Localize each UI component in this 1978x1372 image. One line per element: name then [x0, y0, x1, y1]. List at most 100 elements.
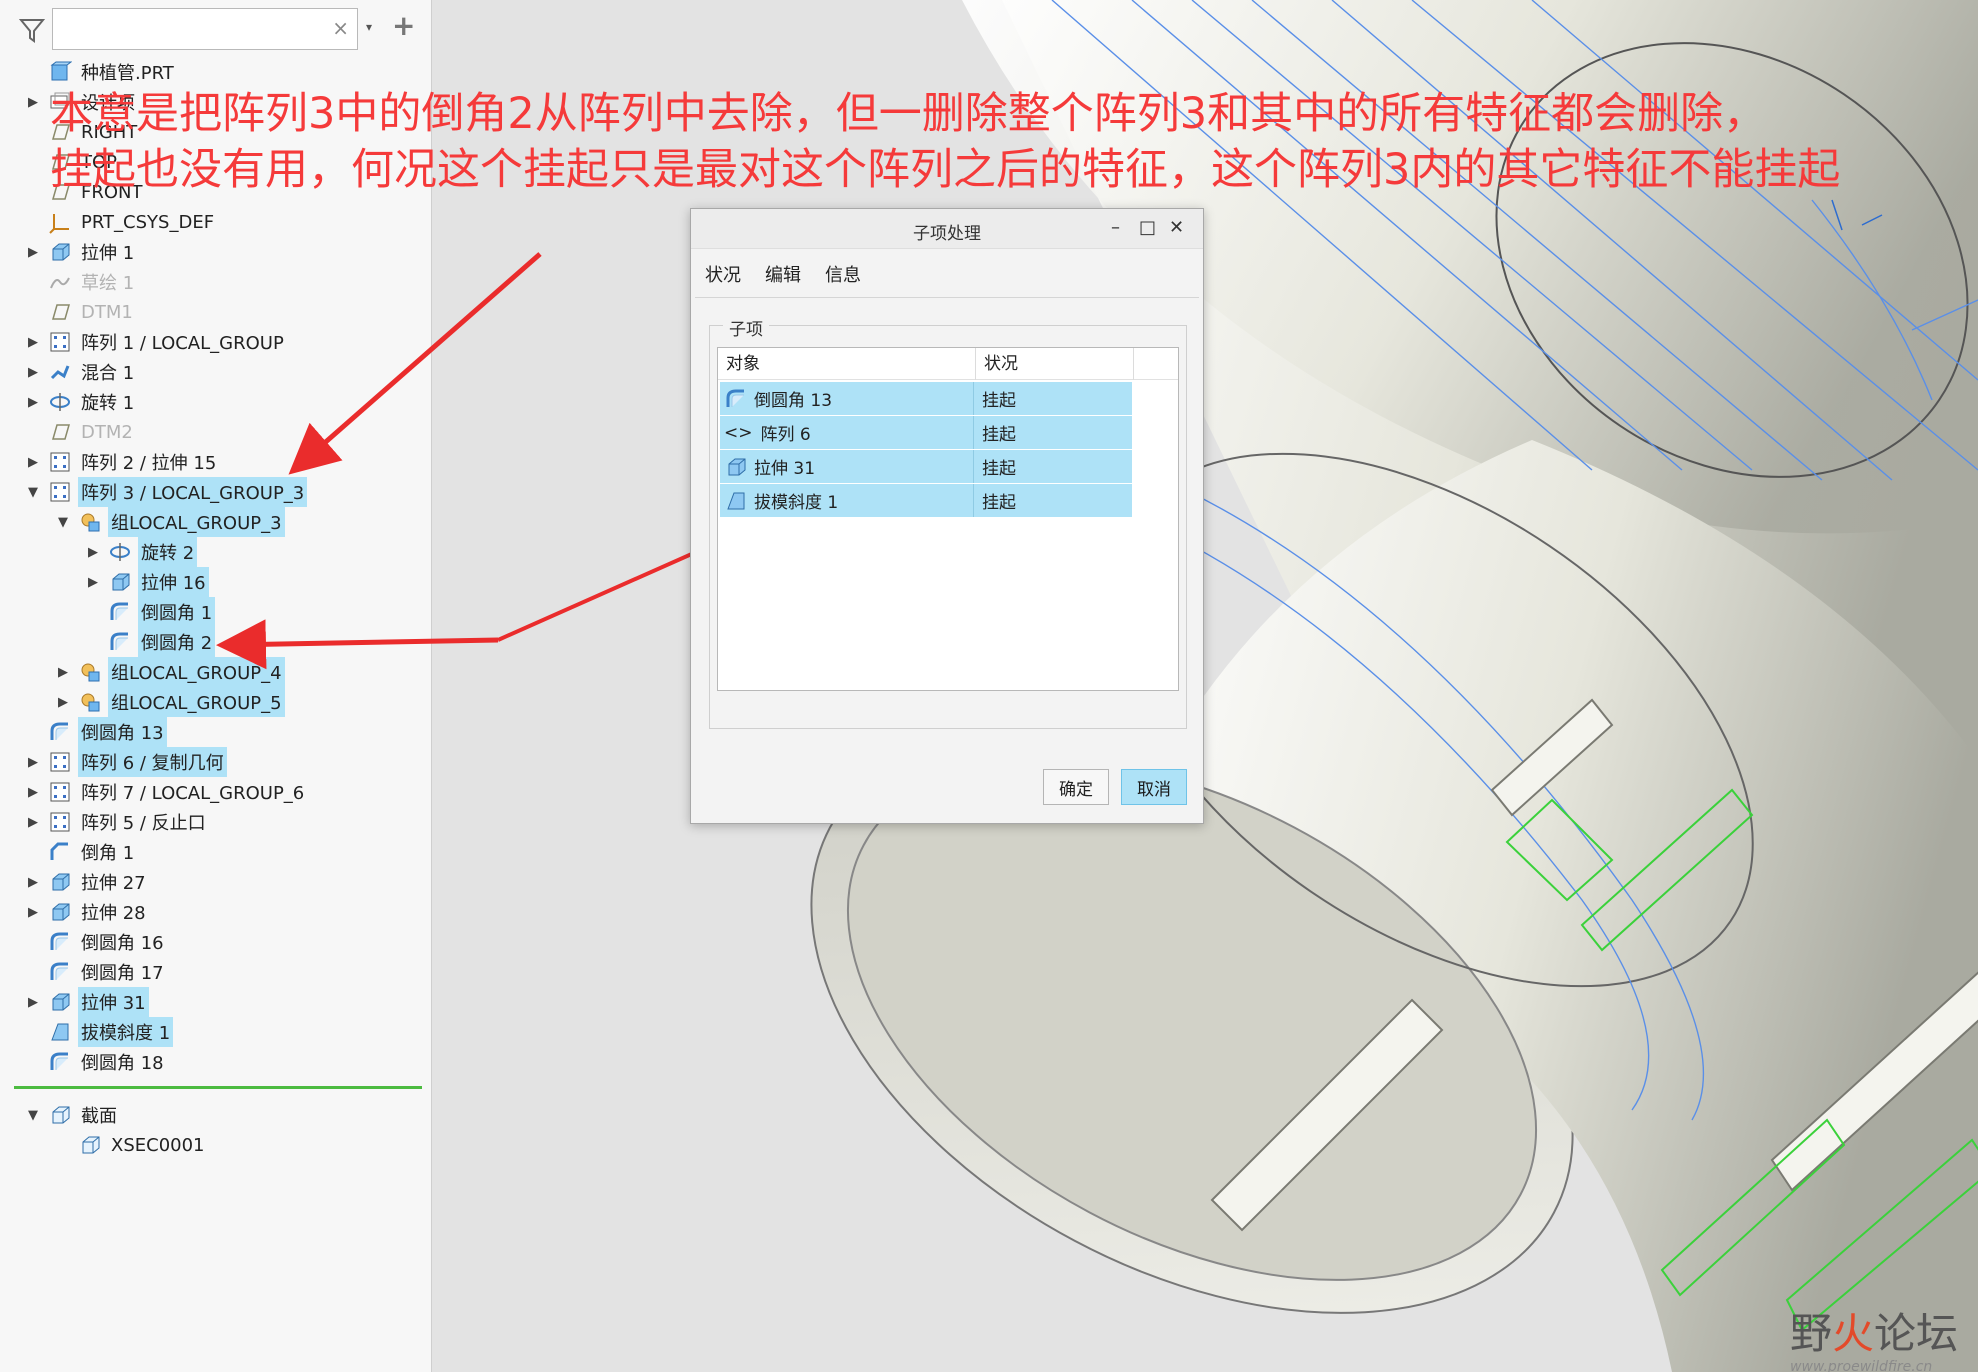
children-list-row[interactable]: <> 阵列 6 挂起 [720, 416, 1132, 449]
add-icon[interactable]: + [392, 12, 415, 40]
tree-item[interactable]: DTM2 [26, 418, 136, 446]
tree-item-label: 拉伸 27 [81, 873, 146, 894]
watermark-char-1: 野 [1790, 1309, 1833, 1358]
tree-divider [14, 1086, 422, 1089]
tree-item[interactable]: ▼ 截面 [26, 1101, 120, 1129]
children-list-row[interactable]: 拉伸 31 挂起 [720, 450, 1132, 483]
menu-edit[interactable]: 编辑 [765, 261, 801, 287]
expand-icon[interactable]: ▶ [26, 245, 40, 260]
tree-item-label: 倒圆角 2 [138, 627, 216, 657]
tree-item-label: 拉伸 1 [81, 243, 135, 264]
clear-search-icon[interactable]: × [332, 17, 349, 39]
expand-icon[interactable]: ▶ [26, 875, 40, 890]
graphics-viewport[interactable] [432, 0, 1978, 1372]
tree-item[interactable]: ▶ 拉伸 16 [86, 567, 209, 597]
child-object-cell: <> 阵列 6 [720, 416, 974, 449]
children-list-row[interactable]: 拔模斜度 1 挂起 [720, 484, 1132, 517]
tree-item[interactable]: 倒圆角 13 [26, 717, 167, 747]
column-object[interactable]: 对象 [718, 348, 976, 380]
expand-icon[interactable]: ▶ [26, 455, 40, 470]
expand-icon[interactable]: ▶ [26, 395, 40, 410]
expand-icon[interactable]: ▶ [26, 95, 40, 110]
dialog-title-bar[interactable]: 子项处理 – □ ✕ [691, 209, 1203, 249]
part-icon [48, 60, 72, 84]
expand-icon[interactable]: ▶ [86, 575, 100, 590]
tree-item-label: 组LOCAL_GROUP_4 [108, 657, 285, 687]
pattern-marker: <> [724, 422, 753, 443]
tree-item[interactable]: ▶ 组LOCAL_GROUP_4 [56, 657, 285, 687]
tree-item[interactable]: XSEC0001 [56, 1131, 208, 1159]
tree-item[interactable]: 倒圆角 2 [86, 627, 216, 657]
cancel-button[interactable]: 取消 [1121, 769, 1187, 805]
child-object-label: 阵列 6 [760, 425, 811, 445]
tree-item[interactable]: 倒圆角 18 [26, 1048, 167, 1076]
tree-item[interactable]: ▶ 拉伸 1 [26, 238, 137, 266]
tree-item-label: 截面 [81, 1106, 117, 1127]
tree-item[interactable]: ▶ 阵列 6 / 复制几何 [26, 747, 227, 777]
expand-icon[interactable]: ▶ [26, 815, 40, 830]
blend-icon [48, 360, 72, 384]
children-list-row[interactable]: 倒圆角 13 挂起 [720, 382, 1132, 415]
tree-item[interactable]: ▶ 阵列 7 / LOCAL_GROUP_6 [26, 778, 307, 806]
tree-search-input[interactable]: × [52, 8, 358, 50]
tree-item[interactable]: ▶ 阵列 5 / 反止口 [26, 808, 209, 836]
tree-item[interactable]: 倒圆角 1 [86, 597, 216, 627]
expand-icon[interactable]: ▶ [56, 665, 70, 680]
search-dropdown-icon[interactable]: ▾ [366, 20, 372, 34]
menu-status[interactable]: 状况 [705, 261, 741, 287]
round-icon [48, 1050, 72, 1074]
tree-item[interactable]: 拔模斜度 1 [26, 1017, 174, 1047]
expand-icon[interactable]: ▶ [26, 755, 40, 770]
children-list-header: 对象 状况 [718, 348, 1178, 380]
menu-info[interactable]: 信息 [825, 261, 861, 287]
tree-item-label: DTM1 [81, 301, 133, 323]
tree-item-label: 组LOCAL_GROUP_5 [108, 687, 285, 717]
ok-button[interactable]: 确定 [1043, 769, 1109, 805]
expand-icon[interactable]: ▶ [26, 335, 40, 350]
dialog-title: 子项处理 [913, 224, 981, 244]
tree-item[interactable]: ▶ 拉伸 27 [26, 868, 149, 896]
collapse-icon[interactable]: ▼ [26, 1108, 40, 1123]
collapse-icon[interactable]: ▼ [56, 515, 70, 530]
tree-item[interactable]: 倒圆角 17 [26, 958, 167, 986]
extrude-icon [724, 455, 748, 479]
expand-icon[interactable]: ▶ [86, 545, 100, 560]
tree-item[interactable]: ▶ 旋转 1 [26, 388, 137, 416]
expand-icon[interactable]: ▶ [26, 905, 40, 920]
maximize-icon[interactable]: □ [1139, 217, 1156, 238]
tree-item-label: 阵列 2 / 拉伸 15 [81, 453, 217, 474]
tree-item[interactable]: DTM1 [26, 298, 136, 326]
minimize-icon[interactable]: – [1111, 217, 1120, 238]
tree-item[interactable]: ▶ 阵列 1 / LOCAL_GROUP [26, 328, 287, 356]
tree-item[interactable]: ▶ 阵列 2 / 拉伸 15 [26, 448, 219, 476]
tree-item[interactable]: ▶ 组LOCAL_GROUP_5 [56, 687, 285, 717]
expand-icon[interactable]: ▶ [26, 995, 40, 1010]
round-icon [108, 600, 132, 624]
tree-item[interactable]: ▶ 混合 1 [26, 358, 137, 386]
tree-item[interactable]: ▼ 阵列 3 / LOCAL_GROUP_3 [26, 477, 308, 507]
tree-item[interactable]: 倒角 1 [26, 838, 137, 866]
tree-item[interactable]: ▼ 组LOCAL_GROUP_3 [56, 507, 285, 537]
tree-item[interactable]: ▶ 旋转 2 [86, 537, 198, 567]
tree-item[interactable]: ▶ 拉伸 28 [26, 898, 149, 926]
pattern-icon [48, 330, 72, 354]
expand-icon[interactable]: ▶ [26, 365, 40, 380]
tree-item[interactable]: ▶ 拉伸 31 [26, 987, 149, 1017]
column-status[interactable]: 状况 [976, 348, 1134, 380]
sketch-icon [48, 270, 72, 294]
tree-item-label: 旋转 1 [81, 393, 135, 414]
draft-icon [48, 1020, 72, 1044]
tree-item[interactable]: PRT_CSYS_DEF [26, 208, 217, 236]
filter-icon[interactable] [18, 16, 46, 44]
collapse-icon[interactable]: ▼ [26, 485, 40, 500]
expand-icon[interactable]: ▶ [26, 785, 40, 800]
forum-watermark: 野火论坛 www.proewildfire.cn [1790, 1300, 1958, 1372]
group-icon [78, 690, 102, 714]
close-icon[interactable]: ✕ [1169, 217, 1184, 238]
extrude-icon [48, 240, 72, 264]
tree-item[interactable]: 倒圆角 16 [26, 928, 167, 956]
expand-icon[interactable]: ▶ [56, 695, 70, 710]
tree-item[interactable]: 种植管.PRT [26, 58, 177, 86]
tree-item[interactable]: 草绘 1 [26, 268, 137, 296]
tree-item-label: XSEC0001 [111, 1134, 205, 1156]
